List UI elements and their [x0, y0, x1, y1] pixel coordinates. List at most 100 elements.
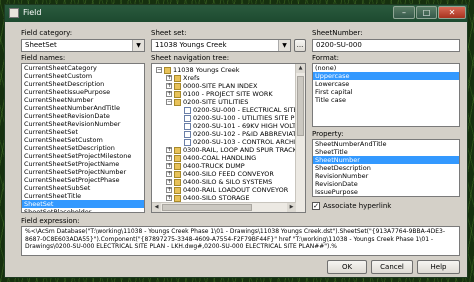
help-button[interactable]: Help	[417, 260, 460, 274]
field-name-item[interactable]: SheetSetPlaceholder	[22, 208, 144, 212]
tree-node[interactable]: 0100 - PROJECT SITE WORK	[183, 90, 273, 98]
sheet-number-preview: 0200-SU-000	[312, 39, 460, 52]
field-name-item[interactable]: CurrentSheetRevisionNumber	[22, 120, 144, 128]
expand-icon[interactable]: +	[166, 179, 172, 185]
property-item[interactable]: SheetDescription	[313, 164, 459, 172]
tree-node[interactable]: Xrefs	[183, 74, 200, 82]
format-option[interactable]: First capital	[313, 88, 459, 96]
minimize-button[interactable]: –	[393, 6, 415, 19]
field-expression-text[interactable]: %<\AcSm Database("T:\working\11038 - You…	[21, 226, 460, 256]
ok-button[interactable]: OK	[327, 260, 367, 274]
folder-icon	[174, 98, 181, 106]
format-label: Format:	[312, 54, 340, 62]
field-name-item[interactable]: CurrentSheetNumberAndTitle	[22, 104, 144, 112]
folder-icon	[164, 66, 171, 74]
associate-hyperlink-checkbox[interactable]: ✓	[312, 202, 320, 210]
property-item[interactable]: SheetTitle	[313, 148, 459, 156]
tree-node[interactable]: 0400-SILO FEED CONVEYOR	[183, 170, 274, 178]
property-item[interactable]: SheetNumber	[313, 156, 459, 164]
field-name-item[interactable]: CurrentSheetSetProjectNumber	[22, 168, 144, 176]
expand-icon[interactable]: +	[166, 163, 172, 169]
tree-node[interactable]: 0400-RAIL LOADOUT CONVEYOR	[183, 186, 288, 194]
field-name-item[interactable]: CurrentSheetSetProjectMilestone	[22, 152, 144, 160]
tree-node[interactable]: 0200-SU-101 - 69KV HIGH VOLTAGE ONE	[193, 122, 305, 130]
chevron-down-icon: ▼	[132, 40, 144, 51]
sheet-set-value: 11038 Youngs Creek	[155, 41, 227, 49]
folder-icon	[174, 178, 181, 186]
expand-icon[interactable]: +	[166, 187, 172, 193]
field-names-list[interactable]: CurrentSheetCategory CurrentSheetCustom Cu…	[21, 63, 145, 213]
field-name-item[interactable]: CurrentSheetIssuePurpose	[22, 88, 144, 96]
folder-icon	[174, 82, 181, 90]
associate-hyperlink-label: Associate hyperlink	[323, 202, 392, 210]
property-item[interactable]: IssuePurpose	[313, 188, 459, 196]
tree-node[interactable]: 0400-COAL HANDLING	[183, 154, 256, 162]
field-name-item[interactable]: CurrentSheetDescription	[22, 80, 144, 88]
field-name-item[interactable]: CurrentSheetSet	[22, 128, 144, 136]
tree-node[interactable]: 0200-SU-102 - P&ID ABBREVIATION & SY	[193, 130, 305, 138]
expand-icon[interactable]: +	[166, 83, 172, 89]
field-name-item[interactable]: CurrentSheetSetProjectName	[22, 160, 144, 168]
property-item[interactable]: RevisionDate	[313, 180, 459, 188]
expand-icon[interactable]: +	[166, 171, 172, 177]
expand-icon[interactable]: +	[166, 75, 172, 81]
property-list[interactable]: SheetNumberAndTitle SheetTitle SheetNumber…	[312, 139, 460, 197]
expand-icon[interactable]: +	[166, 147, 172, 153]
sheet-set-browse-button[interactable]: ...	[294, 39, 306, 52]
sheet-set-dropdown[interactable]: 11038 Youngs Creek ▼	[151, 39, 291, 52]
scroll-thumb[interactable]	[297, 76, 304, 136]
folder-icon	[174, 194, 181, 202]
scroll-up-icon[interactable]: ▲	[296, 64, 305, 73]
field-category-label: Field category:	[21, 29, 73, 37]
field-name-item[interactable]: CurrentSheetRevisionDate	[22, 112, 144, 120]
tree-node[interactable]: 11038 Youngs Creek	[173, 66, 239, 74]
tree-node[interactable]: 0200-SU-000 - ELECTRICAL SITE PLAN	[193, 106, 305, 114]
maximize-button[interactable]: □	[416, 6, 437, 19]
field-name-item[interactable]: CurrentSheetSetCustom	[22, 136, 144, 144]
tree-horizontal-scrollbar[interactable]: ◀ ▶	[152, 202, 296, 212]
folder-icon	[174, 154, 181, 162]
scroll-left-icon[interactable]: ◀	[152, 203, 161, 212]
format-list[interactable]: (none) Uppercase Lowercase First capital Tit…	[312, 63, 460, 127]
scroll-thumb[interactable]	[162, 204, 252, 211]
tree-node[interactable]: 0300-RAIL, LOOP AND SPUR TRACK	[183, 146, 297, 154]
field-name-item[interactable]: CurrentSheetSetDescription	[22, 144, 144, 152]
folder-icon	[174, 90, 181, 98]
property-item[interactable]: Category	[313, 196, 459, 197]
property-item[interactable]: SheetNumberAndTitle	[313, 140, 459, 148]
field-name-item[interactable]: CurrentSheetCategory	[22, 64, 144, 72]
tree-node[interactable]: 0400-TRUCK DUMP	[183, 162, 245, 170]
sheet-navigation-tree[interactable]: −11038 Youngs Creek + Xrefs +0000-SITE PLAN…	[151, 63, 306, 213]
field-name-item[interactable]: CurrentSheetTitle	[22, 192, 144, 200]
expand-icon[interactable]: +	[166, 91, 172, 97]
field-name-item[interactable]: CurrentSheetSetProjectPhase	[22, 176, 144, 184]
checkmark-icon: ✓	[313, 202, 319, 210]
tree-node[interactable]: 0400-SILO STORAGE	[183, 194, 249, 202]
cancel-button[interactable]: Cancel	[371, 260, 413, 274]
tree-vertical-scrollbar[interactable]: ▲ ▼	[295, 64, 305, 212]
sheet-icon	[184, 114, 191, 122]
tree-node[interactable]: 0000-SITE PLAN INDEX	[183, 82, 257, 90]
tree-node[interactable]: 0400-SILO & SILO SYSTEMS	[183, 178, 272, 186]
format-option[interactable]: Uppercase	[313, 72, 459, 80]
field-name-item[interactable]: CurrentSheetCustom	[22, 72, 144, 80]
field-name-item[interactable]: CurrentSheetSubSet	[22, 184, 144, 192]
collapse-icon[interactable]: −	[156, 67, 162, 73]
tree-node[interactable]: 0200-SU-103 - CONTROL ARCHITECTURE	[193, 138, 305, 146]
expand-icon[interactable]: +	[166, 195, 172, 201]
scrollbar-corner	[296, 203, 305, 212]
format-option[interactable]: (none)	[313, 64, 459, 72]
format-option[interactable]: Title case	[313, 96, 459, 104]
format-option[interactable]: Lowercase	[313, 80, 459, 88]
field-category-dropdown[interactable]: SheetSet ▼	[21, 39, 145, 52]
field-name-item[interactable]: SheetSet	[22, 200, 144, 208]
field-name-item[interactable]: CurrentSheetNumber	[22, 96, 144, 104]
tree-node[interactable]: 0200-SITE UTILITIES	[183, 98, 248, 106]
property-item[interactable]: RevisionNumber	[313, 172, 459, 180]
title-bar[interactable]: Field – □ ✕	[5, 5, 467, 22]
scroll-right-icon[interactable]: ▶	[287, 203, 296, 212]
collapse-icon[interactable]: −	[166, 99, 172, 105]
expand-icon[interactable]: +	[166, 155, 172, 161]
tree-node[interactable]: 0200-SU-100 - UTILITIES SITE PLAN	[193, 114, 305, 122]
close-button[interactable]: ✕	[438, 6, 466, 19]
